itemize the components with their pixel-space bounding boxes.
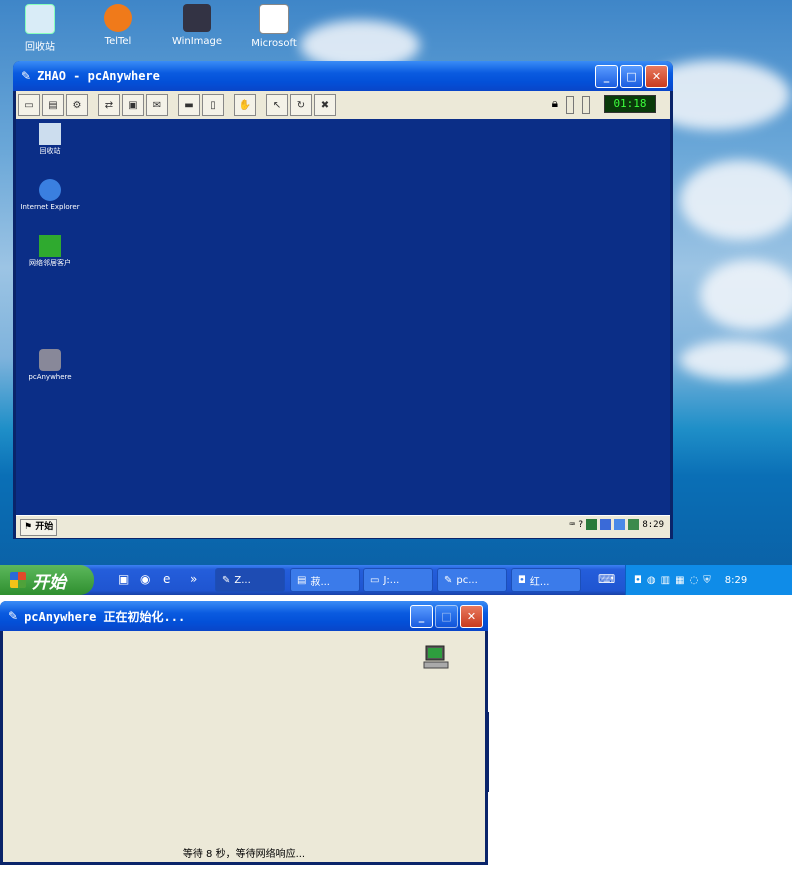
sync-icon[interactable]: ↻ (290, 94, 312, 116)
pointer-icon[interactable]: ↖ (266, 94, 288, 116)
system-tray: ◘ ◍ ▥ ▦ ◌ ⛨ 8:29 (625, 565, 792, 595)
hand-icon[interactable]: ✋ (234, 94, 256, 116)
screen-icon[interactable]: ▬ (178, 94, 200, 116)
update-tray-icon[interactable]: ◌ (690, 575, 699, 586)
windows-flag-icon: ⚑ (24, 522, 33, 532)
clipboard-icon[interactable]: ▣ (122, 94, 144, 116)
close-button[interactable]: ✕ (460, 604, 483, 628)
status-bar-icon (566, 96, 574, 114)
remote-icon-recycle-bin[interactable]: 回收站 (20, 123, 80, 156)
desktop-icon-recycle-bin[interactable]: 回收站 (6, 4, 74, 53)
network-tray-icon[interactable]: ◍ (647, 575, 656, 586)
network-tray-icon[interactable] (600, 519, 612, 530)
minimize-button[interactable]: _ (410, 604, 433, 628)
camera-icon: ◘ (518, 574, 526, 586)
taskbar-button-pcanywhere[interactable]: ✎ Z... (215, 568, 285, 592)
maximize-button: □ (435, 604, 458, 628)
volume-tray-icon[interactable]: ▥ (661, 575, 670, 586)
camera-tray-icon[interactable]: ◘ (634, 575, 642, 586)
remote-system-tray: ⌨ ? 8:29 (569, 519, 664, 530)
pcanywhere-title-icon: ✎ (21, 69, 32, 83)
start-button[interactable]: 开始 (0, 565, 94, 595)
session-timer: 01:18 (604, 95, 656, 113)
background-window-edge (487, 712, 492, 792)
desktop-icon-teltel[interactable]: TelTel (84, 4, 152, 47)
properties-icon[interactable]: ⚙ (66, 94, 88, 116)
remote-desktop-view[interactable]: 回收站 Internet Explorer 网络邻居客户 pcAnywhere (16, 119, 670, 515)
taskbar-button-pcanywhere-2[interactable]: ✎ pc... (437, 568, 507, 592)
window-title: ZHAO - pcAnywhere (37, 69, 160, 83)
remote-icon-network[interactable]: 网络邻居客户 (20, 235, 80, 268)
transfer-icon[interactable]: ⇄ (98, 94, 120, 116)
taskbar-button-camera[interactable]: ◘ 红... (511, 568, 581, 592)
remote-icon-internet-explorer[interactable]: Internet Explorer (20, 179, 80, 212)
view-window-icon[interactable]: ▤ (42, 94, 64, 116)
pcanywhere-remote-window: ✎ ZHAO - pcAnywhere _ □ ✕ ▭ ▤ ⚙ ⇄ ▣ ✉ ▬ … (13, 61, 673, 539)
taskbar-button-doc[interactable]: ▤ 菽... (290, 568, 360, 592)
teltel-icon (104, 4, 132, 32)
end-session-icon[interactable]: ✖ (314, 94, 336, 116)
quicklaunch-more-icon[interactable]: » (190, 572, 197, 586)
desktop-icon-winimage[interactable]: WinImage (163, 4, 231, 47)
recycle-bin-icon (39, 123, 61, 145)
dialog-body: 等待 8 秒，等待网络响应... (3, 631, 485, 862)
view-full-icon[interactable]: ▭ (18, 94, 40, 116)
pcanywhere-icon: ✎ (444, 574, 453, 586)
doc-icon: ▤ (297, 574, 307, 586)
remote-icon-pcanywhere[interactable]: pcAnywhere (20, 349, 80, 382)
microsoft-doc-icon (259, 4, 289, 34)
status-bar-icon (582, 96, 590, 114)
close-button[interactable]: ✕ (645, 64, 668, 88)
maximize-button[interactable]: □ (620, 64, 643, 88)
chat-icon[interactable]: ✉ (146, 94, 168, 116)
shield-tray-icon[interactable]: ⛨ (703, 575, 711, 586)
quicklaunch-media-icon[interactable]: ◉ (140, 572, 150, 586)
title-bar[interactable]: ✎ ZHAO - pcAnywhere _ □ ✕ (13, 61, 673, 91)
lock-icon[interactable]: 🔒︎ (552, 96, 558, 114)
display-tray-icon[interactable] (628, 519, 640, 530)
remote-taskbar: ⚑ 开始 ⌨ ? 8:29 (16, 515, 670, 538)
pcanywhere-icon (39, 349, 61, 371)
dialog-title: pcAnywhere 正在初始化... (24, 609, 186, 624)
taskbar-button-folder[interactable]: ▭ J:... (363, 568, 433, 592)
pcanywhere-title-icon: ✎ (8, 609, 19, 623)
quicklaunch-desktop-icon[interactable]: ▣ (118, 572, 129, 586)
keyboard-icon[interactable]: ⌨ (569, 520, 574, 530)
minimize-button[interactable]: _ (595, 64, 618, 88)
network-tray-icon[interactable] (614, 519, 626, 530)
desktop-icon-microsoft[interactable]: Microsoft (240, 4, 308, 49)
status-message: 等待 8 秒，等待网络响应... (182, 849, 306, 860)
dialog-title-bar[interactable]: ✎ pcAnywhere 正在初始化... _ □ ✕ (0, 601, 488, 631)
printer-tray-icon[interactable]: ▦ (675, 575, 684, 586)
page-icon[interactable]: ▯ (202, 94, 224, 116)
ie-icon (39, 179, 61, 201)
pcanywhere-icon: ✎ (222, 574, 231, 586)
remote-start-button[interactable]: ⚑ 开始 (20, 519, 58, 536)
windows-taskbar: 开始 ▣ ◉ e » ✎ Z... ▤ 菽... ▭ J:... ✎ pc...… (0, 565, 792, 595)
remote-clock: 8:29 (642, 519, 664, 530)
help-icon[interactable]: ? (578, 520, 583, 530)
host-desktop: 回收站 TelTel WinImage Microsoft ✎ ZHAO - p… (0, 0, 792, 595)
winimage-icon (183, 4, 211, 32)
windows-flag-icon (10, 572, 26, 588)
computer-icon (423, 645, 449, 669)
quicklaunch-ie-icon[interactable]: e (163, 572, 170, 586)
keyboard-icon[interactable]: ⌨ (598, 572, 615, 586)
toolbar: ▭ ▤ ⚙ ⇄ ▣ ✉ ▬ ▯ ✋ ↖ ↻ ✖ 🔒︎ 01:18 (16, 91, 670, 119)
pcanywhere-init-dialog: ✎ pcAnywhere 正在初始化... _ □ ✕ 等待 8 秒，等待网络响… (0, 601, 488, 865)
recycle-bin-icon (25, 4, 55, 34)
network-tray-icon[interactable] (586, 519, 598, 530)
clock: 8:29 (724, 574, 748, 586)
folder-icon: ▭ (370, 574, 380, 586)
network-icon (39, 235, 61, 257)
